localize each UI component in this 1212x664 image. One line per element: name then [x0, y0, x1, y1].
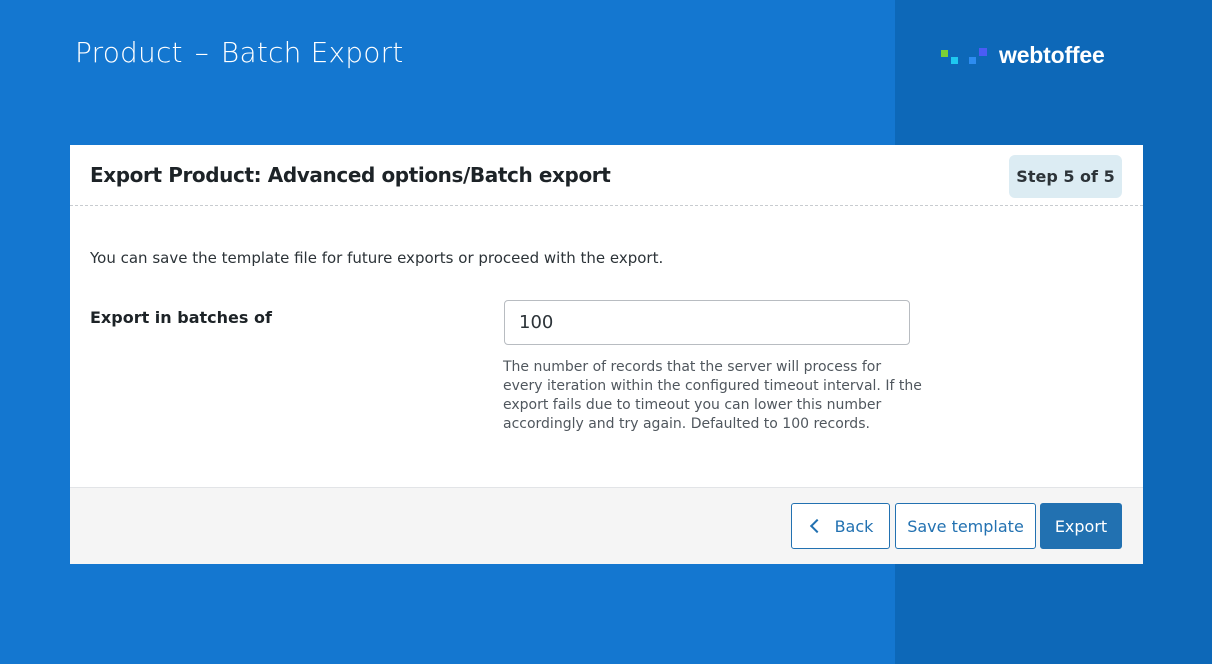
page-title-separator: –: [194, 36, 209, 69]
webtoffee-logo-icon: [941, 44, 993, 68]
card-footer: Back Save template Export: [70, 487, 1143, 564]
export-card: Export Product: Advanced options/Batch e…: [70, 145, 1143, 564]
batch-size-help-text: The number of records that the server wi…: [503, 359, 922, 432]
intro-text: You can save the template file for futur…: [90, 249, 664, 267]
export-button-label: Export: [1054, 516, 1108, 536]
save-template-button[interactable]: Save template: [895, 503, 1036, 549]
export-button[interactable]: Export: [1040, 503, 1122, 549]
card-title: Export Product: Advanced options/Batch e…: [90, 163, 611, 187]
chevron-left-icon: [809, 518, 824, 534]
step-badge: Step 5 of 5: [1009, 155, 1122, 198]
page-title-product: Product: [75, 36, 183, 69]
brand-name: webtoffee: [999, 42, 1105, 68]
save-template-button-label: Save template: [907, 516, 1024, 536]
card-header: Export Product: Advanced options/Batch e…: [70, 145, 1143, 206]
batch-size-label: Export in batches of: [90, 308, 272, 327]
back-button[interactable]: Back: [791, 503, 890, 549]
brand-logo: webtoffee: [941, 42, 1105, 69]
page-title: Product – Batch Export: [75, 36, 404, 69]
batch-size-input[interactable]: [504, 300, 910, 345]
back-button-label: Back: [834, 516, 874, 536]
page-title-batch-export: Batch Export: [220, 36, 404, 69]
